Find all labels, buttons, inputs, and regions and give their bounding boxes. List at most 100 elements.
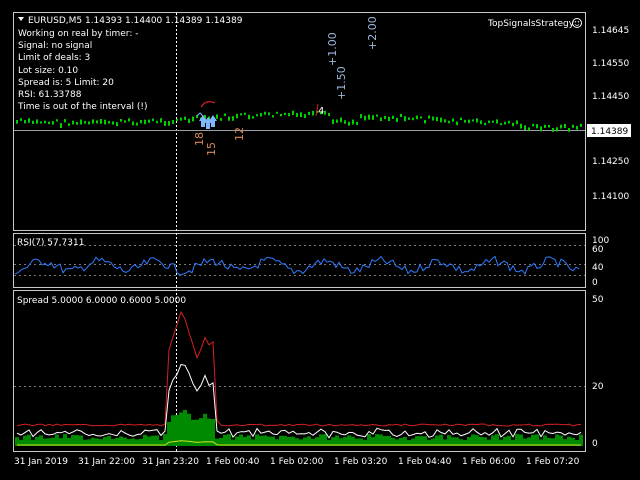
candle <box>416 115 418 120</box>
spread-bar <box>283 435 287 446</box>
candle <box>300 112 302 118</box>
buy-arrows-cluster <box>196 101 217 129</box>
candle <box>412 117 414 121</box>
candle <box>216 114 218 119</box>
spread-bar <box>39 435 43 446</box>
spread-panel[interactable] <box>13 290 586 452</box>
spread-bar <box>323 434 327 446</box>
candle <box>44 120 46 124</box>
candle <box>256 114 258 117</box>
candle <box>448 120 450 124</box>
spread-bar <box>495 434 499 446</box>
candle <box>136 122 138 126</box>
candle <box>288 113 290 117</box>
candle <box>488 120 490 124</box>
spread-bar <box>447 435 451 446</box>
candle <box>356 121 358 125</box>
candle <box>112 121 114 125</box>
spread-bar <box>23 435 27 446</box>
spread-bar <box>347 435 351 446</box>
candle <box>276 111 278 114</box>
candle <box>192 116 194 122</box>
spread-bar <box>155 435 159 446</box>
candle <box>24 119 26 124</box>
candle <box>388 116 390 121</box>
candle <box>252 116 254 119</box>
spread-bar <box>279 435 283 446</box>
candle <box>332 119 334 125</box>
time-axis-label: 1 Feb 06:00 <box>462 457 516 467</box>
candle <box>392 115 394 119</box>
candle <box>380 117 382 122</box>
candle <box>480 120 482 125</box>
candle <box>516 120 518 125</box>
spread-bar <box>151 435 155 446</box>
price-tick: 1.14550 <box>592 59 629 69</box>
spread-bar <box>531 434 535 446</box>
spread-bar <box>203 413 207 446</box>
spread-bar <box>475 435 479 446</box>
time-axis-label: 1 Feb 03:20 <box>334 457 388 467</box>
candle <box>364 115 366 121</box>
spread-bar <box>335 435 339 446</box>
candle <box>420 116 422 119</box>
spread-bar <box>543 435 547 446</box>
candle <box>148 119 150 123</box>
symbol-dropdown-icon[interactable] <box>18 17 24 21</box>
spread-bar <box>319 434 323 446</box>
candle <box>476 118 478 123</box>
time-axis-label: 1 Feb 07:20 <box>526 457 580 467</box>
candlestick-series <box>16 110 582 132</box>
price-tick: 1.14450 <box>592 92 629 102</box>
candle <box>76 122 78 125</box>
current-price-label: 1.14389 <box>591 127 628 137</box>
rsi-line <box>14 255 580 276</box>
spread-bar <box>239 434 243 446</box>
candle <box>496 119 498 124</box>
spread-bar <box>63 434 67 446</box>
candle <box>272 115 274 118</box>
time-axis-label: 1 Feb 04:40 <box>398 457 452 467</box>
candle <box>424 119 426 124</box>
candle <box>552 128 554 132</box>
candle <box>404 116 406 122</box>
candle <box>436 117 438 122</box>
spread-bar <box>555 434 559 446</box>
candle <box>400 113 402 117</box>
candle <box>144 119 146 125</box>
candle <box>100 119 102 124</box>
candle <box>188 118 190 123</box>
spread-bar <box>75 435 79 446</box>
candle <box>180 117 182 121</box>
candle <box>492 120 494 123</box>
spread-level-label: 0 <box>592 439 598 449</box>
candle <box>304 114 306 118</box>
time-axis-label: 31 Jan 2019 <box>14 457 68 467</box>
candle <box>164 121 166 126</box>
candle <box>444 119 446 123</box>
candle <box>232 116 234 121</box>
symbol-header: EURUSD,M5 1.14393 1.14400 1.14389 1.1438… <box>28 16 243 26</box>
candle <box>176 118 178 121</box>
spread-level-label: 20 <box>592 382 604 392</box>
spread-bar <box>259 435 263 446</box>
rsi-level-label: 0 <box>592 278 598 288</box>
candle <box>520 123 522 129</box>
sell-arrow-icon <box>196 112 204 117</box>
spread-bar <box>107 435 111 446</box>
candle <box>504 121 506 125</box>
spread-bar <box>143 434 147 446</box>
spread-bar <box>27 434 31 446</box>
candle <box>48 121 50 125</box>
candle <box>408 117 410 120</box>
time-axis-label: 31 Jan 23:20 <box>142 457 199 467</box>
spread-bar <box>247 435 251 446</box>
trade-profit-label: +2.00 <box>366 16 379 50</box>
candle <box>344 120 346 124</box>
candle <box>336 119 338 123</box>
candle <box>464 119 466 123</box>
candle <box>52 121 54 125</box>
candle <box>120 119 122 122</box>
candle <box>228 116 230 121</box>
candle <box>384 116 386 120</box>
